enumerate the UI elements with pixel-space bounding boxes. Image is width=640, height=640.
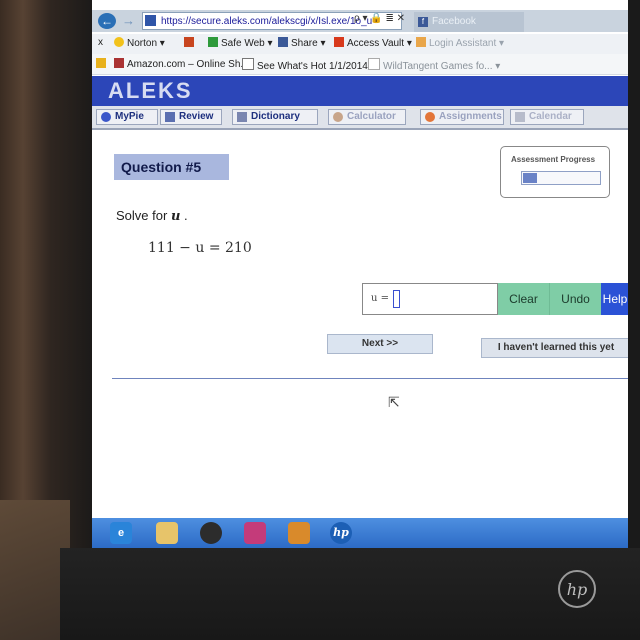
help-button[interactable]: Help — [601, 283, 628, 315]
tab-facebook[interactable]: f Facebook — [414, 12, 524, 32]
hp-logo: hp — [558, 570, 596, 608]
aleks-logo: ALEKS — [108, 78, 193, 103]
clear-button[interactable]: Clear — [498, 283, 549, 315]
hp-icon[interactable]: hp — [330, 522, 352, 544]
equation: 111 − u = 210 — [148, 240, 252, 256]
ie-icon[interactable]: e — [110, 522, 132, 544]
forward-icon[interactable]: → — [122, 13, 135, 29]
toolbar-close-icon[interactable]: x — [98, 37, 103, 48]
favorite-wildtangent[interactable]: WildTangent Games fo... ▾ — [368, 58, 500, 72]
tab-mypie[interactable]: MyPie — [96, 109, 158, 125]
tab-dictionary[interactable]: Dictionary — [232, 109, 318, 125]
progress-bar — [521, 171, 601, 185]
norton-button[interactable]: Norton ▾ — [114, 37, 165, 49]
answer-input[interactable] — [393, 290, 400, 308]
screen: ← → https://secure.aleks.com/alekscgi/x/… — [92, 0, 628, 548]
favorite-whats-hot[interactable]: See What's Hot 1/1/2014 ▾ — [242, 58, 376, 72]
access-vault-button[interactable]: Access Vault ▾ — [334, 37, 412, 49]
answer-box: u = — [362, 283, 498, 315]
url-tools[interactable]: ρ ▾ 🔒 ≣ ✕ — [354, 13, 405, 24]
amazon-icon — [114, 58, 124, 68]
safe-web-icon — [208, 37, 218, 47]
laptop-bezel-bottom — [60, 548, 640, 640]
paint-icon[interactable] — [288, 522, 310, 544]
favorite-amazon[interactable]: Amazon.com – Online Sh... — [114, 58, 249, 70]
home-icon[interactable] — [184, 37, 197, 49]
url-text: https://secure.aleks.com/alekscgi/x/Isl.… — [161, 16, 373, 27]
page-icon — [242, 58, 254, 70]
tab-assignments[interactable]: Assignments — [420, 109, 504, 125]
facebook-share-icon — [278, 37, 288, 47]
taskbar: e hp — [92, 518, 628, 548]
address-bar-row: ← → https://secure.aleks.com/alekscgi/x/… — [92, 10, 628, 32]
book-icon — [237, 112, 247, 122]
norton-check-icon — [114, 37, 124, 47]
tab-calendar[interactable]: Calendar — [510, 109, 584, 125]
question-prompt: Solve for u . — [116, 208, 188, 224]
explorer-icon[interactable] — [156, 522, 178, 544]
progress-fill — [523, 173, 537, 183]
not-learned-button[interactable]: I haven't learned this yet — [481, 338, 628, 358]
tab-review[interactable]: Review — [160, 109, 222, 125]
house-icon — [184, 37, 194, 47]
assignments-icon — [425, 112, 435, 122]
progress-label: Assessment Progress — [511, 155, 596, 164]
assessment-progress: Assessment Progress — [500, 146, 610, 198]
answer-label: u = — [371, 293, 389, 304]
check-icon — [165, 112, 175, 122]
norton-toolbar: x Norton ▾ Safe Web ▾ Share ▾ Access Vau… — [92, 34, 628, 55]
next-button[interactable]: Next >> — [327, 334, 433, 354]
login-icon — [416, 37, 426, 47]
star-icon — [96, 58, 106, 68]
back-icon[interactable]: ← — [98, 13, 116, 29]
media-player-icon[interactable] — [200, 522, 222, 544]
pie-icon — [101, 112, 111, 122]
aleks-header: ALEKS — [92, 76, 628, 106]
undo-button[interactable]: Undo — [549, 283, 601, 315]
tab-calculator[interactable]: Calculator — [328, 109, 406, 125]
calculator-icon — [333, 112, 343, 122]
facebook-icon: f — [418, 17, 428, 27]
question-title: Question #5 — [114, 154, 229, 180]
vault-icon — [334, 37, 344, 47]
login-assistant-button[interactable]: Login Assistant ▾ — [416, 37, 504, 49]
aleks-nav: MyPie Review Dictionary Calculator Assig… — [92, 106, 628, 130]
site-icon — [145, 15, 156, 26]
safe-web-button[interactable]: Safe Web ▾ — [208, 37, 273, 49]
favorites-star-icon[interactable] — [96, 58, 109, 70]
calendar-icon — [515, 112, 525, 122]
page-icon — [368, 58, 380, 70]
variable: u — [170, 209, 181, 224]
mouse-cursor-icon: ⇱ — [388, 394, 400, 410]
share-button[interactable]: Share ▾ — [278, 37, 325, 49]
favorites-bar: Amazon.com – Online Sh... See What's Hot… — [92, 54, 628, 75]
laptop-bezel-right — [628, 0, 640, 640]
presentation-icon[interactable] — [244, 522, 266, 544]
tab-title: Facebook — [432, 16, 476, 27]
divider — [112, 378, 628, 379]
